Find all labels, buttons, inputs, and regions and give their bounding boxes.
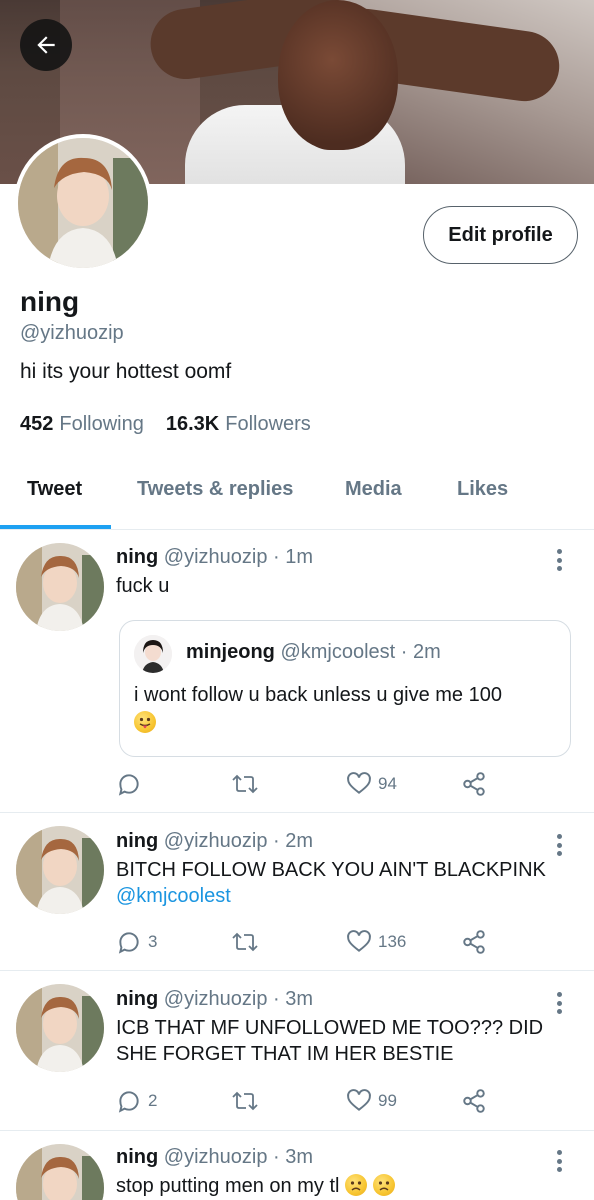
reply-button[interactable] bbox=[116, 771, 142, 797]
more-options-icon[interactable] bbox=[551, 1148, 567, 1174]
reply-count: 3 bbox=[148, 932, 158, 951]
retweet-button[interactable] bbox=[231, 1088, 259, 1114]
profile-tabs: Tweet Tweets & replies Media Likes bbox=[0, 466, 594, 530]
mention-link[interactable]: @kmjcoolest bbox=[116, 885, 231, 907]
tweet-avatar[interactable] bbox=[16, 984, 104, 1072]
share-button[interactable] bbox=[461, 771, 487, 797]
tweet[interactable]: ning @yizhuozip · 3m ICB THAT MF UNFOLLO… bbox=[0, 971, 594, 1131]
tweet-actions: 94 bbox=[116, 771, 576, 801]
more-options-icon[interactable] bbox=[551, 832, 567, 858]
tweet[interactable]: ning @yizhuozip · 2m BITCH FOLLOW BACK Y… bbox=[0, 813, 594, 971]
quoted-tweet[interactable]: minjeong @kmjcoolest · 2m i wont follow … bbox=[119, 620, 571, 757]
like-count: 94 bbox=[378, 774, 397, 793]
retweet-icon bbox=[232, 774, 258, 794]
profile-handle: @yizhuozip bbox=[20, 322, 124, 344]
tweet-avatar[interactable] bbox=[16, 1144, 104, 1200]
like-count: 136 bbox=[378, 932, 407, 951]
tongue-out-emoji-icon bbox=[134, 711, 156, 733]
edit-profile-button[interactable]: Edit profile bbox=[423, 206, 578, 264]
tweet-text: ICB THAT MF UNFOLLOWED ME TOO??? DID SHE… bbox=[116, 1017, 544, 1065]
share-icon bbox=[463, 930, 485, 954]
tab-likes[interactable]: Likes bbox=[457, 478, 508, 501]
tab-tweet[interactable]: Tweet bbox=[27, 478, 82, 501]
like-button[interactable]: 136 bbox=[346, 929, 406, 955]
reply-icon bbox=[118, 932, 139, 954]
tweet-avatar[interactable] bbox=[16, 543, 104, 631]
tweet[interactable]: ning @yizhuozip · 3m stop putting men on… bbox=[0, 1131, 594, 1200]
reply-icon bbox=[118, 1091, 139, 1113]
following-stat[interactable]: 452 Following bbox=[20, 413, 144, 436]
profile-stats: 452 Following 16.3K Followers bbox=[20, 413, 311, 436]
tweet-actions: 3 136 bbox=[116, 929, 576, 959]
tweet-header: ning @yizhuozip · 3m bbox=[116, 1146, 314, 1168]
quoted-avatar bbox=[134, 635, 172, 673]
tweet-header: ning @yizhuozip · 2m bbox=[116, 830, 314, 852]
retweet-icon bbox=[232, 932, 258, 952]
reply-button[interactable]: 2 bbox=[116, 1088, 157, 1114]
profile-name: ning bbox=[20, 286, 80, 317]
like-button[interactable]: 99 bbox=[346, 1088, 397, 1114]
reply-icon bbox=[118, 774, 139, 796]
retweet-icon bbox=[232, 1091, 258, 1111]
like-button[interactable]: 94 bbox=[346, 771, 397, 797]
quoted-header: minjeong @kmjcoolest · 2m bbox=[186, 641, 441, 663]
worried-face-emoji-icon bbox=[345, 1174, 368, 1196]
more-options-icon[interactable] bbox=[551, 547, 567, 573]
heart-icon bbox=[347, 1089, 371, 1111]
worried-face-emoji-icon bbox=[372, 1174, 395, 1196]
retweet-button[interactable] bbox=[231, 771, 259, 797]
profile-bio: hi its your hottest oomf bbox=[20, 360, 232, 383]
tweet-avatar[interactable] bbox=[16, 826, 104, 914]
retweet-button[interactable] bbox=[231, 929, 259, 955]
share-icon bbox=[463, 1089, 485, 1113]
followers-stat[interactable]: 16.3K Followers bbox=[166, 413, 311, 436]
heart-icon bbox=[347, 930, 371, 952]
reply-count: 2 bbox=[148, 1091, 158, 1110]
share-button[interactable] bbox=[461, 1088, 487, 1114]
tweet-text: stop putting men on my tl bbox=[116, 1173, 566, 1199]
tweet-header: ning @yizhuozip · 3m bbox=[116, 988, 314, 1010]
share-button[interactable] bbox=[461, 929, 487, 955]
like-count: 99 bbox=[378, 1091, 397, 1110]
quoted-text: i wont follow u back unless u give me 10… bbox=[134, 681, 554, 737]
back-button[interactable] bbox=[20, 19, 72, 71]
share-icon bbox=[463, 772, 485, 796]
arrow-left-icon bbox=[37, 36, 55, 54]
tweet-actions: 2 99 bbox=[116, 1088, 576, 1118]
tab-media[interactable]: Media bbox=[345, 478, 402, 501]
tweet-header: ning @yizhuozip · 1m bbox=[116, 546, 314, 568]
heart-icon bbox=[347, 772, 371, 794]
tweet-text: fuck u bbox=[116, 575, 170, 597]
tab-tweets-replies[interactable]: Tweets & replies bbox=[137, 478, 293, 501]
more-options-icon[interactable] bbox=[551, 990, 567, 1016]
reply-button[interactable]: 3 bbox=[116, 929, 157, 955]
profile-avatar[interactable] bbox=[14, 134, 152, 272]
tweet-text: BITCH FOLLOW BACK YOU AIN'T BLACKPINK @k… bbox=[116, 859, 546, 907]
